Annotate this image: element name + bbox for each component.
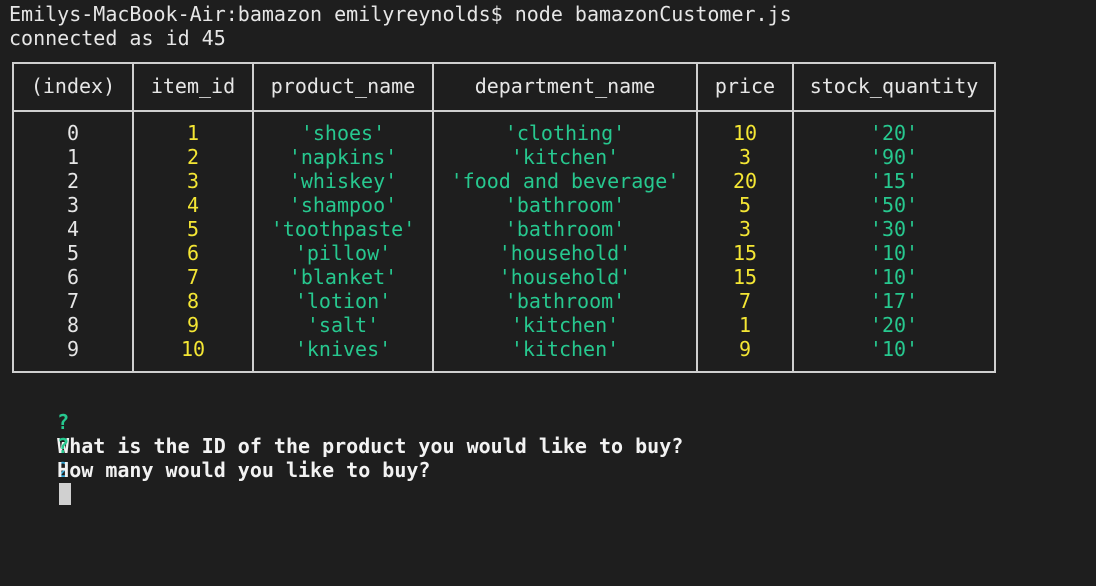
cell-product-name: 'shampoo' [288,193,398,217]
cell-item-id: 8 [186,289,200,313]
cell-index: 0 [66,121,80,145]
cell-product-name: 'napkins' [288,145,398,169]
cell-stock-quantity: '50' [869,193,919,217]
block-cursor-icon[interactable] [59,483,72,505]
cell-department-name: 'food and beverage' [450,169,680,193]
header-index: (index) [30,74,116,98]
prompt-line-id: ? What is the ID of the product you woul… [9,386,1089,482]
command-line: Emilys-MacBook-Air:bamazon emilyreynolds… [9,2,792,26]
cell-price: 20 [732,169,758,193]
question-mark-icon: ? [57,410,70,434]
cell-index: 1 [66,145,80,169]
cell-product-name: 'blanket' [288,265,398,289]
cell-stock-quantity: '10' [869,337,919,361]
cell-stock-quantity: '10' [869,241,919,265]
header-item-id: item_id [150,74,236,98]
header-price: price [714,74,776,98]
cell-department-name: 'bathroom' [504,217,626,241]
cell-department-name: 'household' [498,241,632,265]
cell-index: 9 [66,337,80,361]
cell-product-name: 'toothpaste' [270,217,416,241]
cell-product-name: 'shoes' [300,121,386,145]
cell-stock-quantity: '10' [869,265,919,289]
cell-index: 4 [66,217,80,241]
header-product-name: product_name [270,74,416,98]
prompt-line-quantity[interactable]: ? How many would you like to buy? [9,410,1089,505]
cell-price: 7 [738,289,752,313]
cell-item-id: 5 [186,217,200,241]
cell-department-name: 'bathroom' [504,193,626,217]
cell-index: 8 [66,313,80,337]
prompt-question: How many would you like to buy? [57,458,431,482]
cell-stock-quantity: '30' [869,217,919,241]
cell-index: 5 [66,241,80,265]
cell-department-name: 'household' [498,265,632,289]
cell-price: 1 [738,313,752,337]
cell-stock-quantity: '90' [869,145,919,169]
cell-product-name: 'knives' [294,337,392,361]
cell-index: 3 [66,193,80,217]
cell-item-id: 7 [186,265,200,289]
cell-department-name: 'kitchen' [510,145,620,169]
cell-price: 9 [738,337,752,361]
cell-price: 15 [732,241,758,265]
cell-product-name: 'salt' [306,313,380,337]
cell-stock-quantity: '20' [869,121,919,145]
cell-index: 2 [66,169,80,193]
cell-stock-quantity: '17' [869,289,919,313]
prompt-question: What is the ID of the product you would … [57,434,684,458]
header-department-name: department_name [474,74,656,98]
cell-index: 7 [66,289,80,313]
question-mark-icon: ? [57,434,70,458]
cell-product-name: 'whiskey' [288,169,398,193]
cell-product-name: 'pillow' [294,241,392,265]
cell-item-id: 9 [186,313,200,337]
cell-department-name: 'bathroom' [504,289,626,313]
cell-item-id: 3 [186,169,200,193]
cell-stock-quantity: '20' [869,313,919,337]
cell-price: 15 [732,265,758,289]
terminal-output: Emilys-MacBook-Air:bamazon emilyreynolds… [9,2,1089,50]
cell-stock-quantity: '15' [869,169,919,193]
cell-product-name: 'lotion' [294,289,392,313]
cell-item-id: 4 [186,193,200,217]
prompt-area: ? What is the ID of the product you woul… [9,386,1089,505]
header-stock-quantity: stock_quantity [809,74,979,98]
cell-department-name: 'kitchen' [510,313,620,337]
cell-department-name: 'kitchen' [510,337,620,361]
cell-price: 5 [738,193,752,217]
cell-price: 10 [732,121,758,145]
header-divider [12,110,996,112]
cell-index: 6 [66,265,80,289]
products-table: (index) item_id product_name department_… [12,62,999,376]
cell-item-id: 6 [186,241,200,265]
cell-price: 3 [738,145,752,169]
cell-department-name: 'clothing' [504,121,626,145]
cell-item-id: 2 [186,145,200,169]
cell-item-id: 1 [186,121,200,145]
cell-item-id: 10 [180,337,206,361]
status-line: connected as id 45 [9,26,226,50]
cell-price: 3 [738,217,752,241]
